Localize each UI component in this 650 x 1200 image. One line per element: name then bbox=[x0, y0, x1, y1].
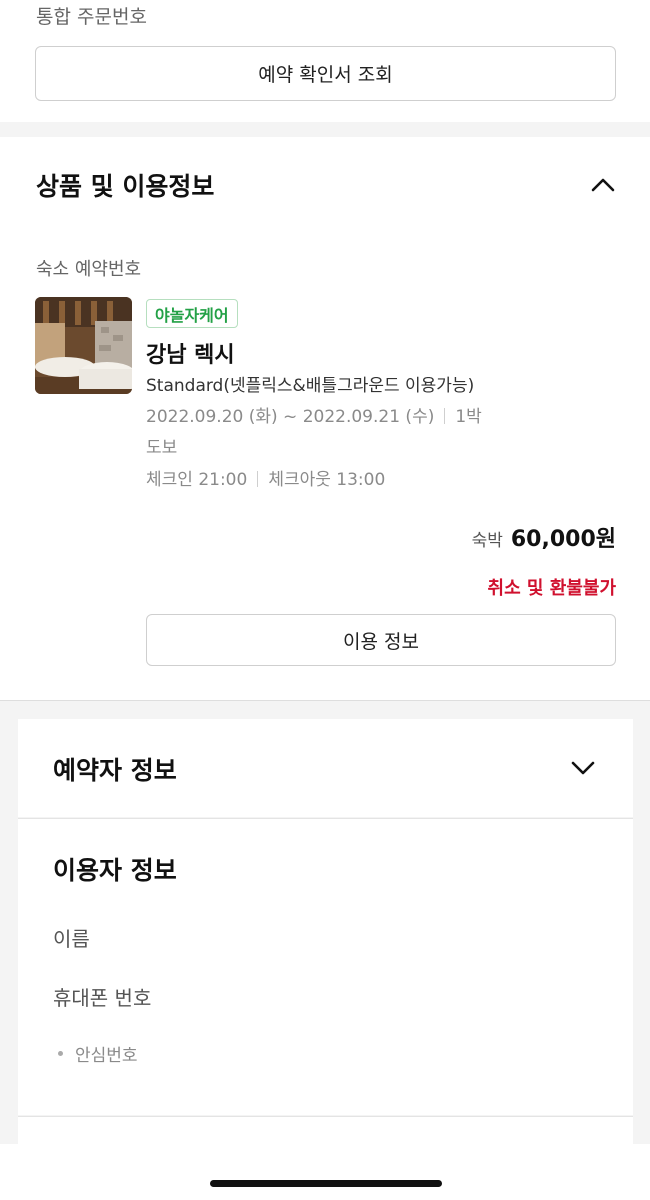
hotel-name: 강남 렉시 bbox=[146, 343, 235, 368]
user-info-title: 이용자 정보 bbox=[53, 856, 177, 885]
checkin-time: 체크인 21:00 bbox=[146, 470, 248, 490]
divider bbox=[444, 408, 446, 424]
next-card bbox=[18, 1116, 633, 1144]
price-value: 60,000원 bbox=[510, 527, 616, 552]
booker-info-title: 예약자 정보 bbox=[53, 756, 177, 785]
stay-dates: 2022.09.20 (화) ~ 2022.09.21 (수) 1박 도보 bbox=[146, 402, 506, 464]
booker-info-card[interactable]: 예약자 정보 bbox=[18, 719, 633, 817]
phone-label: 휴대폰 번호 bbox=[53, 986, 152, 1010]
divider bbox=[257, 471, 259, 487]
reservation-confirmation-button[interactable]: 예약 확인서 조회 bbox=[35, 46, 616, 101]
checkout-time: 체크아웃 13:00 bbox=[268, 470, 386, 490]
stay-booking-number-label: 숙소 예약번호 bbox=[36, 259, 142, 280]
date-range: 2022.09.20 (화) ~ 2022.09.21 (수) bbox=[146, 407, 435, 427]
safe-number-label: 안심번호 bbox=[75, 1046, 138, 1066]
access-method: 도보 bbox=[146, 438, 178, 458]
order-section: 통합 주문번호 예약 확인서 조회 bbox=[0, 0, 650, 122]
user-info-card: 이용자 정보 이름 휴대폰 번호 안심번호 bbox=[18, 818, 633, 1115]
refund-notice: 취소 및 환불불가 bbox=[487, 578, 616, 599]
product-info-section: 상품 및 이용정보 숙소 예약번호 야놀자케어 강남 렉시 Standard(넷… bbox=[0, 137, 650, 700]
safe-number-row: 안심번호 bbox=[58, 1041, 138, 1066]
section-title: 상품 및 이용정보 bbox=[36, 172, 215, 201]
order-number-label: 통합 주문번호 bbox=[36, 6, 147, 28]
home-indicator[interactable] bbox=[210, 1180, 442, 1187]
bottom-bar bbox=[0, 1144, 650, 1200]
nights: 1박 bbox=[455, 407, 482, 427]
yanolja-care-badge: 야놀자케어 bbox=[146, 299, 238, 328]
chevron-up-icon[interactable] bbox=[588, 170, 618, 200]
price-row: 숙박 60,000원 bbox=[472, 521, 616, 553]
check-times: 체크인 21:00 체크아웃 13:00 bbox=[146, 465, 385, 490]
chevron-down-icon[interactable] bbox=[568, 753, 598, 783]
usage-info-button[interactable]: 이용 정보 bbox=[146, 614, 616, 666]
hotel-thumbnail bbox=[35, 297, 132, 394]
section-divider bbox=[0, 700, 650, 701]
bullet-icon bbox=[58, 1051, 63, 1056]
room-type: Standard(넷플릭스&배틀그라운드 이용가능) bbox=[146, 376, 475, 396]
name-label: 이름 bbox=[53, 927, 90, 951]
price-label: 숙박 bbox=[471, 531, 503, 551]
